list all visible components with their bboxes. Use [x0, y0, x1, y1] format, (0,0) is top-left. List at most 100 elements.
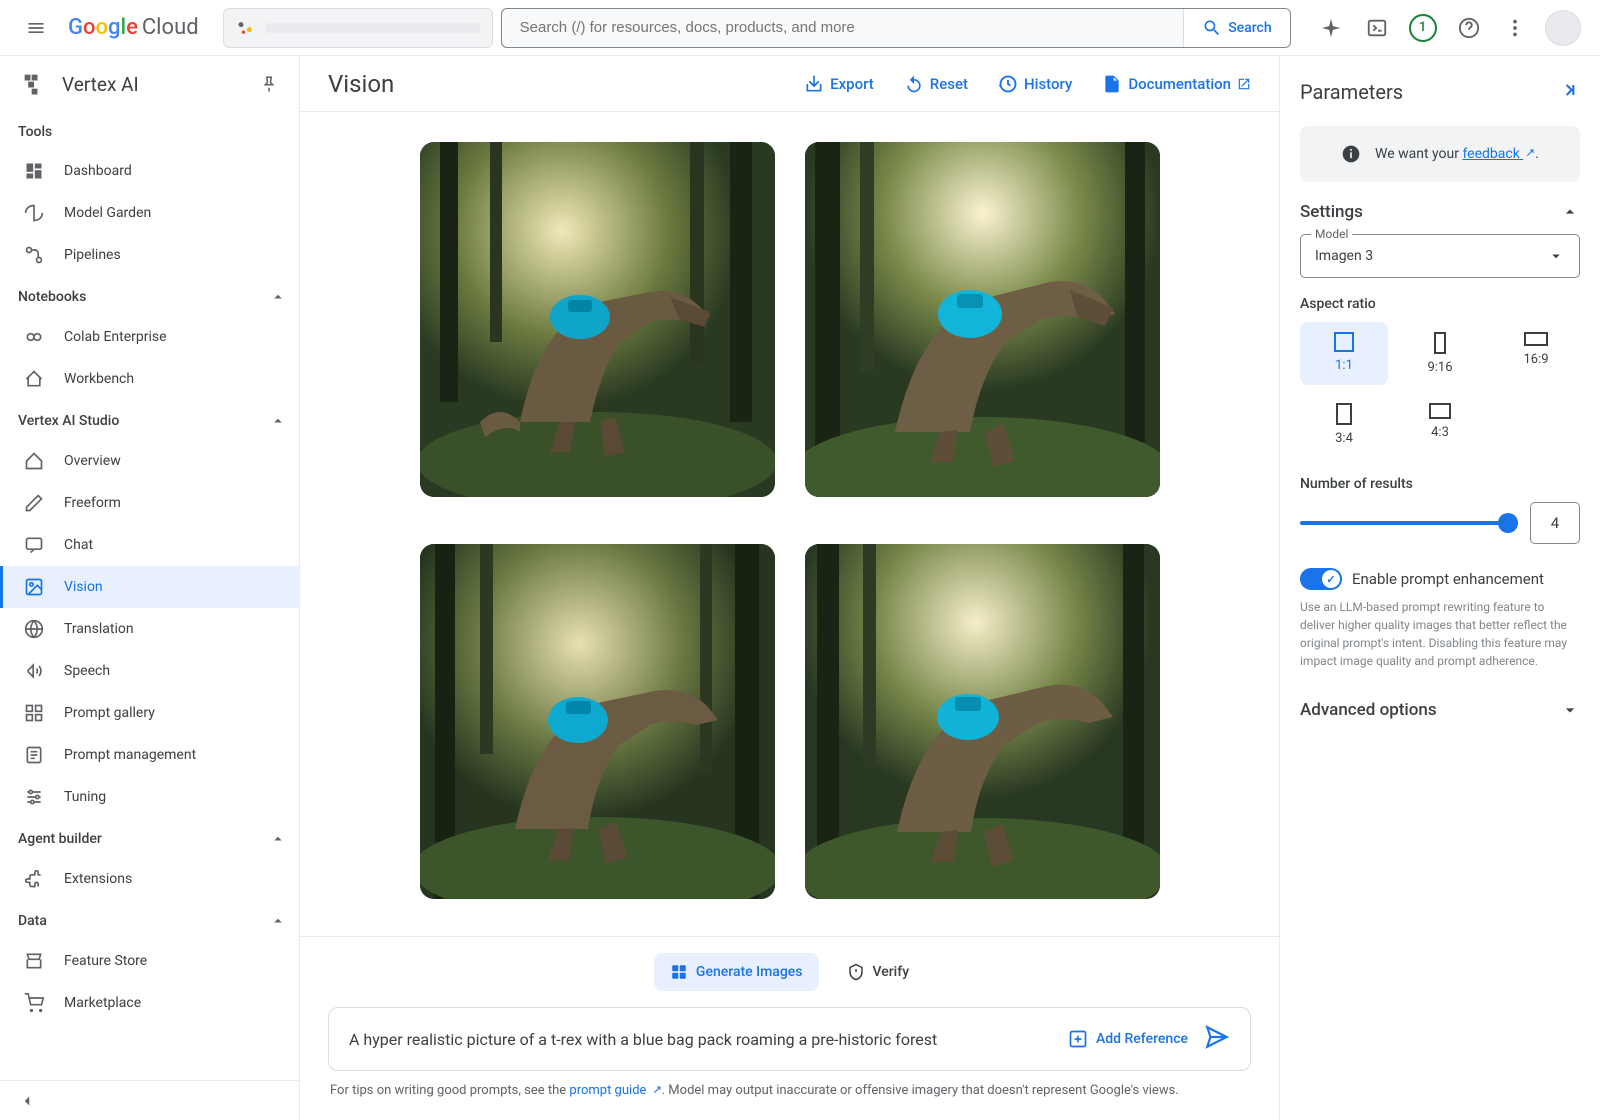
notifications-button[interactable]: 1: [1403, 8, 1443, 48]
nav-dashboard[interactable]: Dashboard: [0, 150, 299, 192]
chevron-up-icon: [269, 288, 287, 306]
nav-translation[interactable]: Translation: [0, 608, 299, 650]
vertex-ai-icon: [20, 70, 48, 98]
documentation-button[interactable]: Documentation: [1102, 74, 1251, 94]
aspect-ratio-label: Aspect ratio: [1300, 296, 1580, 312]
chevron-up-icon: [269, 912, 287, 930]
trex-forest-image: [805, 142, 1160, 497]
search-bar: Search: [501, 8, 1291, 48]
nav-vision[interactable]: Vision: [0, 566, 299, 608]
top-bar: Google Cloud Search 1: [0, 0, 1600, 56]
trex-forest-image: [420, 142, 775, 497]
send-button[interactable]: [1204, 1024, 1230, 1054]
nav-workbench[interactable]: Workbench: [0, 358, 299, 400]
search-button[interactable]: Search: [1183, 9, 1289, 47]
model-selector[interactable]: Model Imagen 3: [1300, 234, 1580, 278]
prompt-box: A hyper realistic picture of a t-rex wit…: [328, 1007, 1251, 1071]
nav-chat[interactable]: Chat: [0, 524, 299, 566]
add-reference-button[interactable]: Add Reference: [1068, 1029, 1188, 1049]
results-value[interactable]: 4: [1530, 502, 1580, 544]
collapse-sidebar[interactable]: [0, 1080, 299, 1120]
main-content: Vision Export Reset History Documentatio…: [300, 56, 1280, 1120]
trex-forest-image: [420, 544, 775, 899]
advanced-options-header[interactable]: Advanced options: [1300, 700, 1580, 720]
section-agent[interactable]: Agent builder: [0, 818, 299, 858]
num-results-label: Number of results: [1300, 476, 1580, 492]
gemini-icon[interactable]: [1311, 8, 1351, 48]
chevron-down-icon: [1560, 700, 1580, 720]
aspect-ratio-4-3[interactable]: 4:3: [1396, 393, 1484, 456]
generated-image-3[interactable]: [420, 544, 775, 899]
nav-freeform[interactable]: Freeform: [0, 482, 299, 524]
history-button[interactable]: History: [998, 74, 1072, 94]
menu-icon: [26, 18, 46, 38]
aspect-ratio-1-1[interactable]: 1:1: [1300, 322, 1388, 385]
hamburger-menu[interactable]: [12, 4, 60, 52]
help-icon[interactable]: [1449, 8, 1489, 48]
google-cloud-logo[interactable]: Google Cloud: [68, 15, 215, 40]
generate-images-tab[interactable]: Generate Images: [654, 953, 819, 991]
export-button[interactable]: Export: [804, 74, 874, 94]
prompt-input[interactable]: A hyper realistic picture of a t-rex wit…: [349, 1030, 1052, 1049]
trex-forest-image: [805, 544, 1160, 899]
enhance-toggle[interactable]: [1300, 568, 1342, 590]
aspect-ratio-3-4[interactable]: 3:4: [1300, 393, 1388, 456]
chevron-left-icon: [18, 1092, 36, 1110]
section-notebooks[interactable]: Notebooks: [0, 276, 299, 316]
dropdown-icon: [1547, 247, 1565, 265]
nav-prompt-management[interactable]: Prompt management: [0, 734, 299, 776]
product-title: Vertex AI: [62, 73, 237, 96]
nav-marketplace[interactable]: Marketplace: [0, 982, 299, 1024]
search-input[interactable]: [502, 9, 1184, 47]
parameters-panel: Parameters We want your feedback . Setti…: [1280, 56, 1600, 1120]
section-tools[interactable]: Tools: [0, 112, 299, 150]
results-slider[interactable]: [1300, 521, 1518, 525]
prompt-guide-link[interactable]: prompt guide: [569, 1083, 661, 1098]
collapse-panel-button[interactable]: [1560, 80, 1580, 104]
prompt-section: Generate Images Verify A hyper realistic…: [300, 936, 1279, 1120]
aspect-ratio-16-9[interactable]: 16:9: [1492, 322, 1580, 385]
verify-tab[interactable]: Verify: [831, 953, 926, 991]
pin-button[interactable]: [251, 66, 287, 102]
page-title: Vision: [328, 70, 774, 98]
more-vert-icon[interactable]: [1495, 8, 1535, 48]
section-data[interactable]: Data: [0, 900, 299, 940]
chevron-up-icon: [269, 412, 287, 430]
tips-text: For tips on writing good prompts, see th…: [328, 1071, 1251, 1110]
sidebar: Vertex AI Tools Dashboard Model Garden P…: [0, 56, 300, 1120]
nav-prompt-gallery[interactable]: Prompt gallery: [0, 692, 299, 734]
chevron-up-icon: [269, 830, 287, 848]
generated-image-1[interactable]: [420, 142, 775, 497]
nav-extensions[interactable]: Extensions: [0, 858, 299, 900]
chevron-up-icon: [1560, 202, 1580, 222]
cloud-shell-icon[interactable]: [1357, 8, 1397, 48]
parameters-title: Parameters: [1300, 80, 1403, 104]
project-selector[interactable]: [223, 8, 493, 48]
generated-image-4[interactable]: [805, 544, 1160, 899]
info-icon: [1341, 144, 1361, 164]
section-studio[interactable]: Vertex AI Studio: [0, 400, 299, 440]
shield-icon: [847, 963, 865, 981]
external-link-icon: [1237, 77, 1251, 91]
project-icon: [236, 18, 256, 38]
nav-model-garden[interactable]: Model Garden: [0, 192, 299, 234]
settings-section-header[interactable]: Settings: [1300, 202, 1580, 222]
aspect-ratio-9-16[interactable]: 9:16: [1396, 322, 1484, 385]
add-image-icon: [1068, 1029, 1088, 1049]
reset-button[interactable]: Reset: [904, 74, 968, 94]
search-icon: [1202, 18, 1222, 38]
generated-image-2[interactable]: [805, 142, 1160, 497]
nav-colab[interactable]: Colab Enterprise: [0, 316, 299, 358]
brand-cloud-text: Cloud: [142, 15, 199, 40]
nav-overview[interactable]: Overview: [0, 440, 299, 482]
nav-speech[interactable]: Speech: [0, 650, 299, 692]
feedback-link[interactable]: feedback: [1462, 146, 1535, 162]
enhance-help-text: Use an LLM-based prompt rewriting featur…: [1300, 598, 1580, 670]
nav-pipelines[interactable]: Pipelines: [0, 234, 299, 276]
nav-tuning[interactable]: Tuning: [0, 776, 299, 818]
grid-icon: [670, 963, 688, 981]
collapse-right-icon: [1560, 80, 1580, 100]
feedback-banner: We want your feedback .: [1300, 126, 1580, 182]
nav-feature-store[interactable]: Feature Store: [0, 940, 299, 982]
avatar[interactable]: [1545, 10, 1581, 46]
